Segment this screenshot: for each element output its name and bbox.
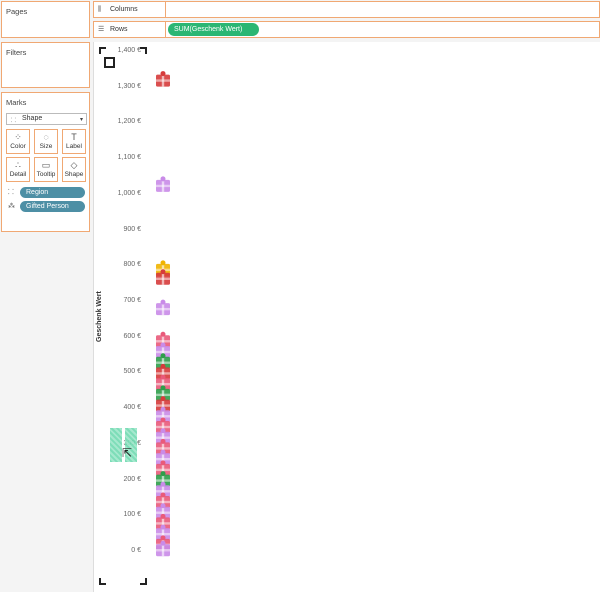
pages-card[interactable]: Pages	[1, 1, 90, 38]
detail-button-label: Detail	[9, 171, 27, 178]
size-icon: ◌	[43, 132, 49, 142]
gift-mark[interactable]	[156, 71, 170, 87]
columns-label-text: Columns	[110, 6, 138, 13]
tooltip-icon: ▭	[41, 160, 51, 170]
left-panel: Pages Filters Marks ⸬ Shape ▾ ⁘ Color ◌ …	[0, 0, 91, 592]
shape-field-icon: ⸬	[8, 189, 14, 196]
columns-shelf-label: ⫼ Columns	[94, 2, 166, 17]
label-button[interactable]: T Label	[62, 129, 86, 154]
chart-svg	[156, 71, 170, 557]
shape-mark-icon: ⸬	[11, 118, 16, 124]
marks-card: Marks ⸬ Shape ▾ ⁘ Color ◌ Size T Label ∴…	[1, 92, 90, 232]
drag-cursor-icon: ⇱	[122, 446, 133, 460]
region-pill[interactable]: Region	[20, 187, 85, 198]
gift-mark[interactable]	[156, 299, 170, 316]
label-button-label: Label	[66, 143, 82, 150]
label-icon: T	[71, 132, 77, 142]
filters-title: Filters	[6, 48, 27, 57]
shape-button[interactable]: ◇ Shape	[62, 157, 86, 182]
size-button-label: Size	[39, 143, 53, 150]
rows-label-text: Rows	[110, 26, 128, 33]
rows-icon: ☰	[98, 26, 105, 33]
sum-geschenk-wert-pill[interactable]: SUM(Geschenk Wert)	[168, 23, 259, 36]
chevron-down-icon: ▾	[79, 117, 83, 123]
marks-title: Marks	[6, 98, 27, 107]
gift-mark[interactable]	[156, 176, 170, 192]
tooltip-button[interactable]: ▭ Tooltip	[34, 157, 58, 182]
columns-icon: ⫼	[98, 6, 102, 13]
size-button[interactable]: ◌ Size	[34, 129, 58, 154]
color-icon: ⁘	[14, 132, 22, 142]
color-button-label: Color	[10, 143, 26, 150]
mark-type-select[interactable]: ⸬ Shape ▾	[6, 113, 87, 125]
visualization-area[interactable]: Geschenk Wert 0 €100 €200 €300 €400 €500…	[93, 42, 600, 592]
tooltip-button-label: Tooltip	[36, 171, 56, 178]
rows-shelf-label: ☰ Rows	[94, 22, 166, 37]
color-button[interactable]: ⁘ Color	[6, 129, 30, 154]
shape-button-label: Shape	[64, 171, 84, 178]
detail-button[interactable]: ∴ Detail	[6, 157, 30, 182]
gifted-person-pill[interactable]: Gifted Person	[20, 201, 85, 212]
region-pill-label: Region	[26, 189, 49, 196]
shape-icon: ◇	[70, 160, 78, 170]
detail-field-icon: ⁂	[8, 203, 15, 210]
gifted-person-pill-label: Gifted Person	[26, 203, 69, 210]
pages-title: Pages	[6, 7, 28, 16]
columns-shelf[interactable]: ⫼ Columns	[93, 1, 600, 18]
rows-shelf[interactable]: ☰ Rows SUM(Geschenk Wert)	[93, 21, 600, 38]
mark-type-label: Shape	[22, 115, 43, 122]
drop-zone-left[interactable]	[110, 428, 122, 462]
rows-pill-label: SUM(Geschenk Wert)	[174, 26, 243, 33]
detail-icon: ∴	[15, 160, 21, 170]
filters-card[interactable]: Filters	[1, 42, 90, 88]
